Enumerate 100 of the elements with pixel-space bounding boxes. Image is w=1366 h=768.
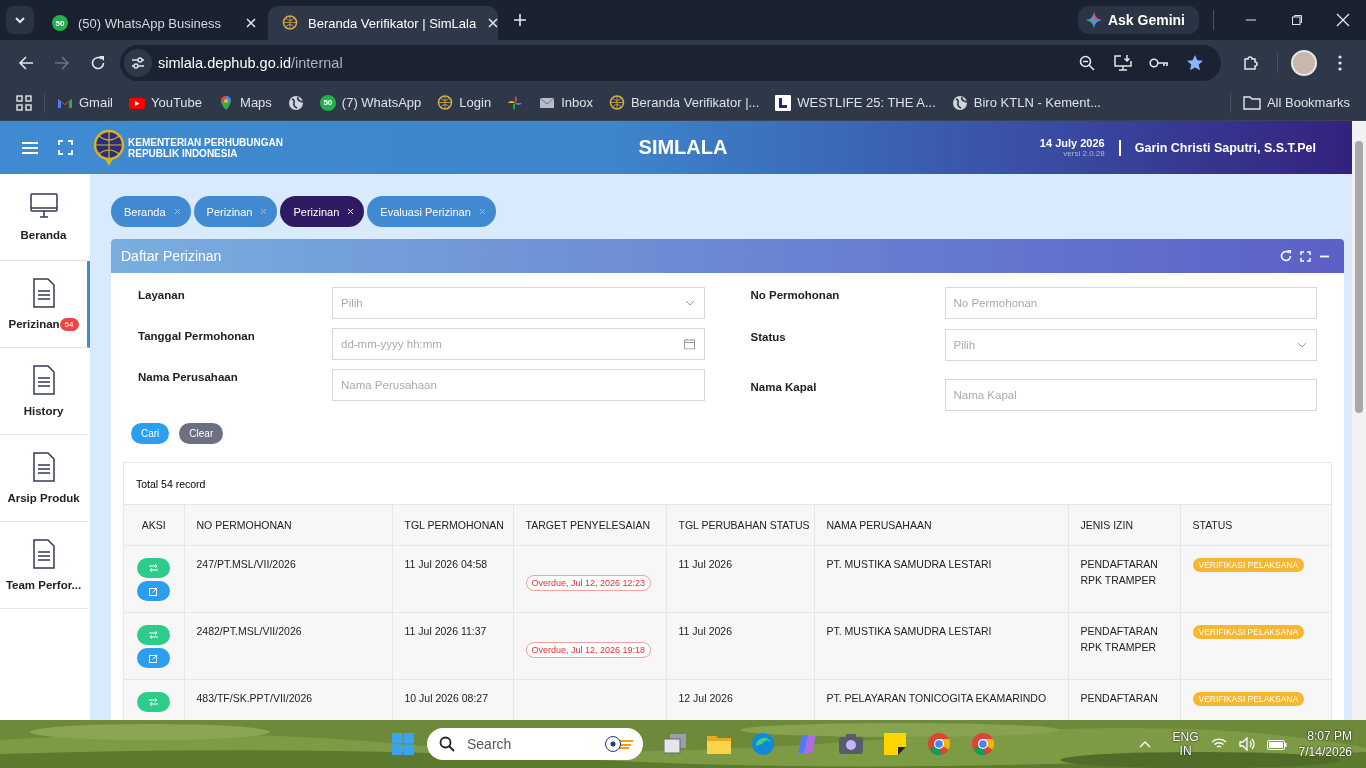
search-field[interactable]: Search: [427, 728, 643, 761]
table-cell-text: PENDAFTARAN RPK TRAMPER: [1080, 624, 1159, 655]
table-cell: 11 Jul 2026 04:58: [404, 558, 488, 570]
edit-icon: [149, 586, 159, 596]
table-cell: 11 Jul 2026 11:37: [404, 625, 487, 637]
monitor-icon: [29, 193, 58, 219]
bookmark[interactable]: Inbox: [531, 88, 601, 117]
windows-start-icon[interactable]: [392, 733, 414, 756]
emblem-icon: [282, 15, 298, 31]
restore-icon[interactable]: [1291, 14, 1303, 26]
scrollbar[interactable]: [1352, 121, 1366, 721]
dropdown-field[interactable]: Pilih: [332, 287, 705, 319]
sidebar-label: Perizinan: [8, 318, 60, 330]
overdue-badge: Overdue, Jul 12, 2026 12:23: [525, 575, 652, 591]
globe-icon: [951, 94, 968, 111]
swap-arrows-icon: [149, 564, 159, 572]
key-icon[interactable]: [1149, 56, 1169, 69]
bookmark[interactable]: Login: [429, 88, 500, 117]
sidebar-label: History: [23, 405, 64, 417]
bookmark[interactable]: Beranda Verifikator |...: [600, 88, 768, 117]
chrome-icon[interactable]: [927, 732, 951, 757]
bookmark[interactable]: Biro KTLN - Kement...: [943, 88, 1109, 117]
input-field[interactable]: Nama Perusahaan: [332, 369, 705, 401]
all-bookmarks-button[interactable]: All Bookmarks: [1234, 88, 1358, 117]
bookmark[interactable]: Maps: [210, 88, 280, 117]
swap-arrows-icon: [149, 631, 159, 639]
globe-icon[interactable]: [287, 94, 304, 111]
date-field[interactable]: dd-mm-yyyy hh:mm: [332, 328, 705, 360]
sticky-note-icon[interactable]: [884, 733, 906, 756]
field-label: Nama Kapal: [750, 380, 818, 393]
menu-icon[interactable]: [1338, 54, 1342, 71]
table-cell-text: PENDAFTARAN RPK TRAMPER: [1080, 557, 1159, 588]
tab-menu-button[interactable]: [6, 6, 34, 34]
close-icon[interactable]: [486, 16, 501, 30]
column-header: TGL PERUBAHAN STATUS: [678, 519, 810, 531]
column-header: NAMA PERUSAHAAN: [826, 519, 932, 531]
bookmark[interactable]: YouTube: [120, 88, 211, 117]
edit-button[interactable]: [137, 581, 171, 601]
page-tab[interactable]: Perizinan: [193, 196, 278, 227]
chrome-icon[interactable]: [971, 732, 995, 757]
sidebar-label: Beranda: [20, 229, 67, 241]
app-title: SIMLALA: [638, 136, 728, 158]
table-cell: 2482/PT.MSL/VII/2026: [196, 625, 302, 637]
ask-gemini-button[interactable]: Ask Gemini: [1077, 6, 1199, 34]
clock[interactable]: 8:07 PM 7/14/2026: [1298, 728, 1352, 761]
browser-tab[interactable]: 50 (50) WhatsApp Business: [38, 6, 268, 40]
close-icon[interactable]: [1336, 13, 1350, 27]
plus-icon[interactable]: [513, 13, 527, 27]
zoom-icon[interactable]: [1079, 54, 1095, 71]
fullscreen-icon[interactable]: [58, 140, 73, 155]
column-header: JENIS IZIN: [1080, 519, 1133, 531]
sidebar-label: Arsip Produk: [7, 492, 80, 504]
dropdown-field[interactable]: Pilih: [944, 329, 1317, 361]
refresh-icon[interactable]: [1280, 250, 1292, 262]
version-label: versi 2.0.28: [1063, 149, 1105, 158]
reload-icon[interactable]: [90, 54, 106, 71]
page-tab[interactable]: Evaluasi Perizinan: [367, 196, 496, 227]
site-settings-button[interactable]: [124, 48, 152, 77]
battery-icon[interactable]: [1266, 738, 1287, 751]
pinwheel-icon[interactable]: [507, 94, 524, 111]
column-header: STATUS: [1192, 519, 1233, 531]
table-cell: 247/PT.MSL/VII/2026: [196, 558, 296, 570]
back-arrow-icon[interactable]: [18, 54, 34, 71]
emblem-icon: [437, 94, 454, 111]
volume-icon[interactable]: [1238, 737, 1255, 752]
close-icon[interactable]: [244, 16, 258, 30]
star-icon[interactable]: [1186, 53, 1204, 72]
page-tab[interactable]: Beranda: [111, 196, 191, 227]
sliders-icon: [131, 55, 145, 70]
bookmark[interactable]: 50 (7) WhatsApp: [311, 88, 430, 117]
address-bar[interactable]: simlala.dephub.go.id/internal: [120, 44, 1221, 81]
status-badge: VERIFIKASI PELAKSANA: [1192, 558, 1305, 572]
page-tab[interactable]: Perizinan: [280, 196, 365, 227]
clear-button[interactable]: Clear: [179, 423, 224, 444]
folder-icon[interactable]: [707, 734, 731, 755]
extensions-icon[interactable]: [1242, 53, 1260, 72]
expand-icon[interactable]: [1300, 250, 1311, 262]
chevron-down-icon: [14, 14, 26, 26]
input-field[interactable]: Nama Kapal: [944, 379, 1317, 411]
table-cell: 11 Jul 2026: [678, 625, 732, 637]
document-icon: [32, 365, 55, 395]
apps-grid-icon[interactable]: [16, 94, 32, 111]
calendar-icon: [683, 338, 695, 350]
browser-tab[interactable]: Beranda Verifikator | SimLala: [268, 6, 498, 40]
chevron-down-icon: [1297, 342, 1307, 348]
forward-arrow-icon[interactable]: [54, 54, 70, 71]
bookmark[interactable]: WESTLIFE 25: THE A...: [767, 88, 944, 117]
bookmark[interactable]: Gmail: [49, 88, 121, 117]
task-view-icon[interactable]: [664, 734, 686, 755]
chevron-up-icon[interactable]: [1138, 740, 1151, 749]
whatsapp-icon: 50: [319, 94, 336, 111]
camera-icon[interactable]: [839, 734, 863, 755]
table-cell-text: PENDAFTARAN: [1080, 691, 1159, 706]
sidebar-label: Team Perfor...: [5, 579, 82, 591]
profile-avatar[interactable]: [1291, 49, 1317, 76]
install-app-icon[interactable]: [1114, 54, 1132, 71]
input-field[interactable]: No Permohonan: [944, 287, 1317, 319]
edit-button[interactable]: [137, 648, 171, 668]
organization-name: KEMENTERIAN PERHUBUNGAN REPUBLIK INDONESIA: [128, 136, 283, 159]
document-icon: [32, 277, 55, 308]
